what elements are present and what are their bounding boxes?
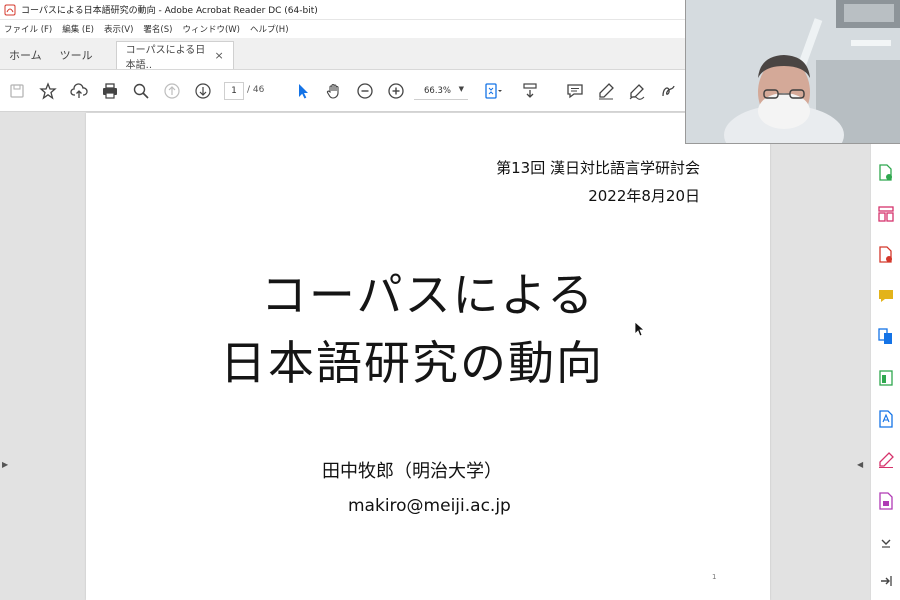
- tab-close-button[interactable]: ×: [214, 49, 223, 62]
- menu-help[interactable]: ヘルプ(H): [250, 23, 289, 35]
- right-panel-toggle-icon[interactable]: ◀: [857, 460, 863, 469]
- comment-icon[interactable]: [564, 80, 586, 102]
- zoom-in-icon[interactable]: [385, 80, 407, 102]
- scroll-mode-icon[interactable]: [519, 80, 541, 102]
- page-number-input[interactable]: 1: [224, 82, 244, 100]
- author-email: makiro@meiji.ac.jp: [348, 496, 511, 516]
- print-icon[interactable]: [99, 80, 121, 102]
- presentation-date: 2022年8月20日: [588, 187, 700, 205]
- menu-sign[interactable]: 署名(S): [143, 23, 172, 35]
- zoom-level-select[interactable]: 66.3% ▼: [414, 82, 468, 100]
- pdf-page: 第13回 漢日対比語言学研討会 2022年8月20日 コーパスによる 日本語研究…: [86, 113, 770, 600]
- upload-cloud-icon[interactable]: [68, 80, 90, 102]
- presenter-image: [686, 0, 900, 143]
- previous-page-icon[interactable]: [161, 80, 183, 102]
- left-panel-toggle-icon[interactable]: ▶: [2, 460, 8, 469]
- slide-title-line1: コーパスによる: [260, 268, 596, 322]
- menu-window[interactable]: ウィンドウ(W): [182, 23, 240, 35]
- edit-pdf-icon[interactable]: [877, 369, 895, 387]
- zoom-out-icon[interactable]: [354, 80, 376, 102]
- save-icon[interactable]: [6, 80, 28, 102]
- protect-pdf-icon[interactable]: [877, 492, 895, 510]
- tab-home[interactable]: ホーム: [0, 41, 51, 69]
- tab-tools[interactable]: ツール: [51, 41, 102, 69]
- collapse-panel-icon[interactable]: [877, 572, 895, 590]
- slide-title-line2: 日本語研究の動向: [220, 336, 604, 390]
- page-fit-icon[interactable]: [482, 80, 504, 102]
- menu-edit[interactable]: 編集 (E): [62, 23, 94, 35]
- tab-document[interactable]: コーパスによる日本語.. ×: [115, 41, 234, 71]
- chevron-down-icon: ▼: [458, 85, 464, 93]
- mouse-pointer-icon: [634, 321, 646, 341]
- tab-document-label: コーパスによる日本語..: [125, 44, 206, 71]
- menu-file[interactable]: ファイル (F): [4, 23, 52, 35]
- page-total: / 46: [247, 85, 265, 95]
- comment-panel-icon[interactable]: [877, 287, 895, 305]
- sign-icon[interactable]: [657, 80, 679, 102]
- draw-pen-icon[interactable]: [626, 80, 648, 102]
- slide-page-number: 1: [712, 573, 717, 581]
- organize-pages-icon[interactable]: [877, 205, 895, 223]
- window-title: コーパスによる日本語研究の動向 - Adobe Acrobat Reader D…: [21, 6, 318, 16]
- create-pdf-icon[interactable]: [877, 164, 895, 182]
- hand-tool-icon[interactable]: [323, 80, 345, 102]
- export-pdf-icon[interactable]: [877, 246, 895, 264]
- more-tools-icon[interactable]: [877, 533, 895, 551]
- search-icon[interactable]: [130, 80, 152, 102]
- highlight-pen-icon[interactable]: [595, 80, 617, 102]
- select-cursor-icon[interactable]: [292, 80, 314, 102]
- acrobat-window: コーパスによる日本語研究の動向 - Adobe Acrobat Reader D…: [0, 0, 900, 600]
- next-page-icon[interactable]: [192, 80, 214, 102]
- acrobat-app-icon: [3, 3, 17, 17]
- scan-ocr-icon[interactable]: [877, 410, 895, 428]
- combine-files-icon[interactable]: [877, 328, 895, 346]
- bookmark-star-icon[interactable]: [37, 80, 59, 102]
- conference-name: 第13回 漢日対比語言学研討会: [496, 159, 700, 177]
- menu-view[interactable]: 表示(V): [104, 23, 133, 35]
- author-name: 田中牧郎（明治大学）: [322, 461, 502, 482]
- webcam-video: [685, 0, 900, 144]
- right-tools-panel: [870, 112, 900, 600]
- zoom-level-value: 66.3%: [424, 85, 452, 96]
- fill-sign-icon[interactable]: [877, 451, 895, 469]
